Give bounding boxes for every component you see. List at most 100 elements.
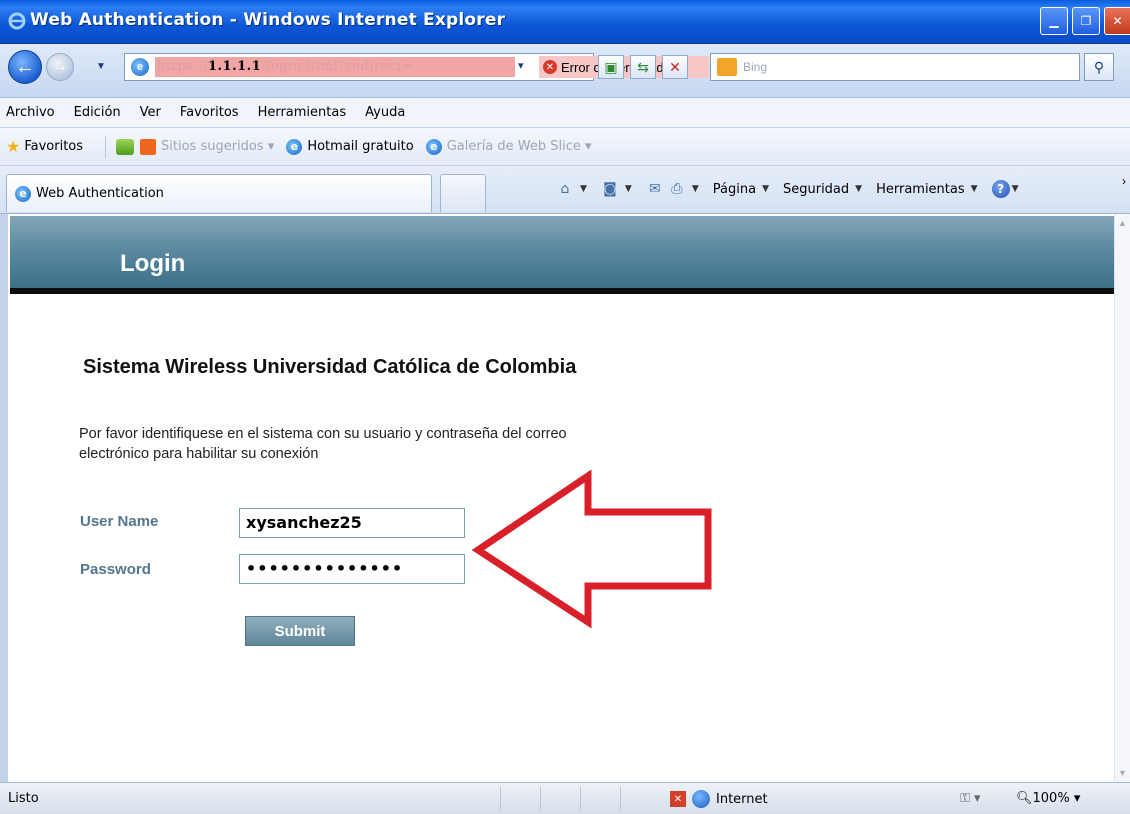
tab-label: Web Authentication <box>36 186 164 201</box>
menu-archivo[interactable]: Archivo <box>6 105 55 120</box>
restore-icon: ❐ <box>1080 14 1092 28</box>
tools-dropdown-icon[interactable]: ▼ <box>971 184 978 194</box>
url-text[interactable]: https://1.1.1.1/login.html?redirect= <box>157 59 414 74</box>
favorites-separator <box>105 135 107 158</box>
status-divider <box>620 787 621 811</box>
command-bar: ⌂ ▼ ◙ ▼ ✉ ⎙ ▼ Página ▼ Seguridad ▼ Herramient… <box>556 180 1032 198</box>
favorite-hotmail[interactable]: e Hotmail gratuito <box>286 138 414 155</box>
more-commands-chevron-icon[interactable]: › <box>1122 174 1126 188</box>
forward-button[interactable]: → <box>46 53 74 81</box>
hotmail-label: Hotmail gratuito <box>307 139 414 154</box>
title-bar: Web Authentication - Windows Internet Ex… <box>0 0 1130 44</box>
login-title: Login <box>120 250 186 277</box>
security-dropdown-icon[interactable]: ▼ <box>855 184 862 194</box>
favorites-label: Favoritos <box>24 139 84 154</box>
menu-ver[interactable]: Ver <box>140 105 161 120</box>
favorite-suggested-sites[interactable]: Sitios sugeridos ▾ <box>140 138 274 155</box>
print-dropdown-icon[interactable]: ▼ <box>692 184 699 194</box>
tab-page-icon: e <box>15 185 31 202</box>
stop-icon: ✕ <box>669 58 681 75</box>
security-menu[interactable]: Seguridad <box>783 182 849 197</box>
feeds-dropdown-icon[interactable]: ▼ <box>625 184 632 194</box>
status-divider <box>540 787 541 811</box>
navigation-bar: ← → ▼ e https://1.1.1.1/login.html?redir… <box>0 44 1130 98</box>
vertical-scrollbar[interactable]: ▲ ▼ <box>1114 214 1130 782</box>
compatibility-icon: ▣ <box>604 58 618 75</box>
ie-logo-icon <box>8 12 26 30</box>
favorites-button[interactable]: ★ Favoritos <box>6 137 83 156</box>
page-viewport: Login Sistema Wireless Universidad Catól… <box>0 214 1130 782</box>
tools-menu[interactable]: Herramientas <box>876 182 965 197</box>
scroll-down-icon[interactable]: ▼ <box>1118 768 1127 778</box>
username-label: User Name <box>80 513 159 530</box>
annotation-arrow-icon <box>471 470 712 629</box>
minimize-icon: ▁ <box>1049 14 1059 28</box>
add-favorite-icon[interactable] <box>116 138 135 155</box>
stop-button[interactable]: ✕ <box>662 55 688 79</box>
refresh-button[interactable]: ⇆ <box>630 55 656 79</box>
zoom-control[interactable]: 🔍︎100% ▾ <box>1016 791 1080 806</box>
login-header: Login <box>10 216 1116 288</box>
url-path: /login.html?redirect= <box>261 59 414 74</box>
close-icon: ✕ <box>1112 14 1123 28</box>
web-slice-icon: e <box>425 138 442 155</box>
search-box[interactable]: Bing <box>710 53 1080 81</box>
certificate-error-icon: ✕ <box>543 60 557 74</box>
search-placeholder: Bing <box>743 60 768 74</box>
feeds-icon[interactable]: ◙ <box>601 180 619 198</box>
tab-row: e Web Authentication ⌂ ▼ ◙ ▼ ✉ ⎙ ▼ Página ▼ … <box>0 166 1130 214</box>
help-icon[interactable]: ? <box>991 180 1010 198</box>
mail-icon[interactable]: ✉ <box>646 180 664 198</box>
protected-mode-icon[interactable]: ⚿ ▾ <box>960 791 981 806</box>
page-heading: Sistema Wireless Universidad Católica de… <box>83 356 577 378</box>
security-zone[interactable]: ✕ Internet <box>670 790 768 808</box>
page-description: Por favor identifiquese en el sistema co… <box>79 426 567 462</box>
help-dropdown-icon[interactable]: ▼ <box>1012 184 1019 194</box>
address-bar[interactable]: e https://1.1.1.1/login.html?redirect= ▾… <box>124 53 709 81</box>
search-icon: ⚲ <box>1093 58 1105 75</box>
close-button[interactable]: ✕ <box>1104 7 1130 35</box>
page-dropdown-icon[interactable]: ▼ <box>762 184 769 194</box>
menu-bar: Archivo Edición Ver Favoritos Herramient… <box>0 98 1130 128</box>
blocked-content-icon: ✕ <box>670 791 686 807</box>
compatibility-view-button[interactable]: ▣ <box>598 55 624 79</box>
history-dropdown[interactable]: ▼ <box>96 61 106 72</box>
home-dropdown-icon[interactable]: ▼ <box>580 184 587 194</box>
zone-label: Internet <box>716 791 768 807</box>
web-slice-label: Galería de Web Slice ▾ <box>446 139 592 154</box>
username-input[interactable]: xysanchez25 <box>239 508 465 538</box>
favorite-web-slice-gallery[interactable]: e Galería de Web Slice ▾ <box>425 138 592 155</box>
submit-button[interactable]: Submit <box>245 616 355 646</box>
page-icon: e <box>131 58 149 76</box>
home-icon[interactable]: ⌂ <box>556 180 574 198</box>
password-label: Password <box>80 561 151 578</box>
new-tab-button[interactable] <box>440 174 486 212</box>
hotmail-icon: e <box>286 138 303 155</box>
header-divider <box>10 288 1116 294</box>
bing-icon <box>717 58 737 76</box>
status-divider <box>500 787 501 811</box>
print-icon[interactable]: ⎙ <box>668 180 686 198</box>
status-divider <box>580 787 581 811</box>
zoom-level: 100% <box>1032 791 1070 806</box>
address-dropdown-icon[interactable]: ▾ <box>518 59 532 75</box>
suggested-sites-icon <box>140 138 157 155</box>
password-input[interactable]: •••••••••••••• <box>239 554 465 584</box>
forward-arrow-icon: → <box>52 58 68 75</box>
url-prefix: https:// <box>157 59 208 74</box>
favorites-star-icon: ★ <box>6 137 21 156</box>
window-title: Web Authentication - Windows Internet Ex… <box>30 10 506 30</box>
menu-herramientas[interactable]: Herramientas <box>258 105 347 120</box>
search-button[interactable]: ⚲ <box>1084 53 1114 81</box>
status-bar: Listo ✕ Internet ⚿ ▾ 🔍︎100% ▾ <box>0 782 1130 814</box>
minimize-button[interactable]: ▁ <box>1040 7 1068 35</box>
tab-web-authentication[interactable]: e Web Authentication <box>6 174 432 212</box>
back-button[interactable]: ← <box>8 50 42 84</box>
page-menu[interactable]: Página <box>713 182 756 197</box>
refresh-icon: ⇆ <box>637 58 649 75</box>
scroll-up-icon[interactable]: ▲ <box>1118 218 1127 228</box>
maximize-button[interactable]: ❐ <box>1072 7 1100 35</box>
menu-favoritos[interactable]: Favoritos <box>180 105 239 120</box>
menu-edicion[interactable]: Edición <box>74 105 121 120</box>
menu-ayuda[interactable]: Ayuda <box>365 105 405 120</box>
